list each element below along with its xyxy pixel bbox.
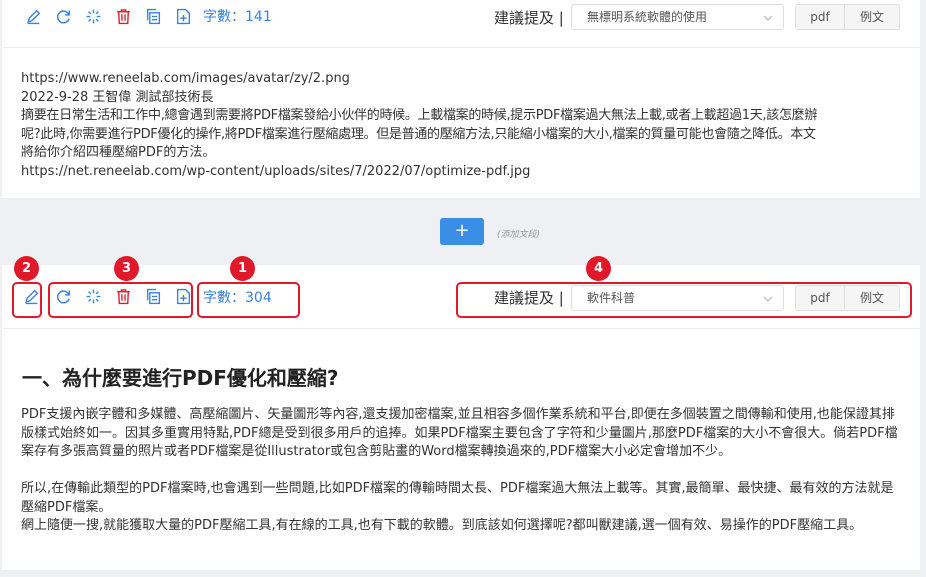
word-count-value: 141 [245, 9, 272, 25]
add-doc-icon[interactable] [174, 7, 192, 25]
annotation-box-2 [12, 282, 42, 318]
topic-select[interactable]: 無標明系統軟體的使用 [571, 4, 784, 30]
annotation-marker-2: 2 [14, 256, 39, 281]
text-line: 摘要在日常生活和工作中,總會遇到需要將PDF檔案發給小伙伴的時候。上載檔案的時候… [21, 108, 818, 124]
paragraph-block-1: 字數：141 建議提及 | 無標明系統軟體的使用 pdf 例文 https://… [2, 0, 920, 198]
example-button[interactable]: 例文 [845, 5, 899, 29]
text-line: 2022-9-28 王智偉 測試部技術長 [21, 89, 214, 105]
paragraph[interactable]: PDF支援內嵌字體和多媒體、高壓縮圖片、矢量圖形等內容,還支援加密檔案,並且相容… [21, 406, 906, 462]
text-line: https://www.reneelab.com/images/avatar/z… [21, 71, 350, 86]
delete-icon[interactable] [114, 7, 132, 25]
section-heading: 一、為什麼要進行PDF優化和壓縮? [22, 366, 339, 390]
edit-icon[interactable] [24, 7, 42, 25]
annotation-box-4 [456, 282, 912, 318]
suggest-label: 建議提及 | [494, 9, 564, 27]
pdf-button[interactable]: pdf [796, 5, 845, 29]
text-line: https://net.reneelab.com/wp-content/uplo… [21, 163, 531, 179]
block-1-toolbar: 字數：141 建議提及 | 無標明系統軟體的使用 pdf 例文 [2, 0, 920, 30]
text-line: 將給你介紹四種壓縮PDF的方法。 [21, 145, 216, 161]
text-line: 呢?此時,你需要進行PDF優化的操作,將PDF檔案進行壓縮處理。但是普通的壓縮方… [21, 126, 816, 142]
chevron-down-icon [763, 15, 773, 21]
annotation-marker-3: 3 [114, 256, 139, 281]
divider [2, 328, 920, 329]
annotation-box-3 [48, 282, 193, 318]
add-paragraph-hint: (添加文段) [497, 230, 541, 240]
word-count: 字數：141 [203, 6, 272, 26]
refresh-icon[interactable] [54, 7, 72, 25]
divider [2, 47, 920, 48]
topic-select-value: 無標明系統軟體的使用 [587, 10, 708, 24]
magic-icon[interactable] [84, 7, 102, 25]
copy-icon[interactable] [144, 7, 162, 25]
word-count-label: 字數： [203, 9, 245, 25]
annotation-marker-4: 4 [586, 256, 611, 281]
block-1-button-group: pdf 例文 [795, 4, 900, 30]
paragraph[interactable]: 所以,在傳輸此類型的PDF檔案時,也會遇到一些問題,比如PDF檔案的傳輸時間太長… [21, 480, 906, 517]
annotation-box-1 [197, 282, 300, 318]
block-1-text[interactable]: https://www.reneelab.com/images/avatar/z… [21, 70, 911, 182]
annotation-marker-1: 1 [230, 256, 255, 281]
paragraph[interactable]: 網上隨便一搜,就能獲取大量的PDF壓縮工具,有在線的工具,也有下載的軟體。到底該… [21, 517, 906, 536]
add-paragraph-button[interactable]: + [440, 218, 484, 245]
